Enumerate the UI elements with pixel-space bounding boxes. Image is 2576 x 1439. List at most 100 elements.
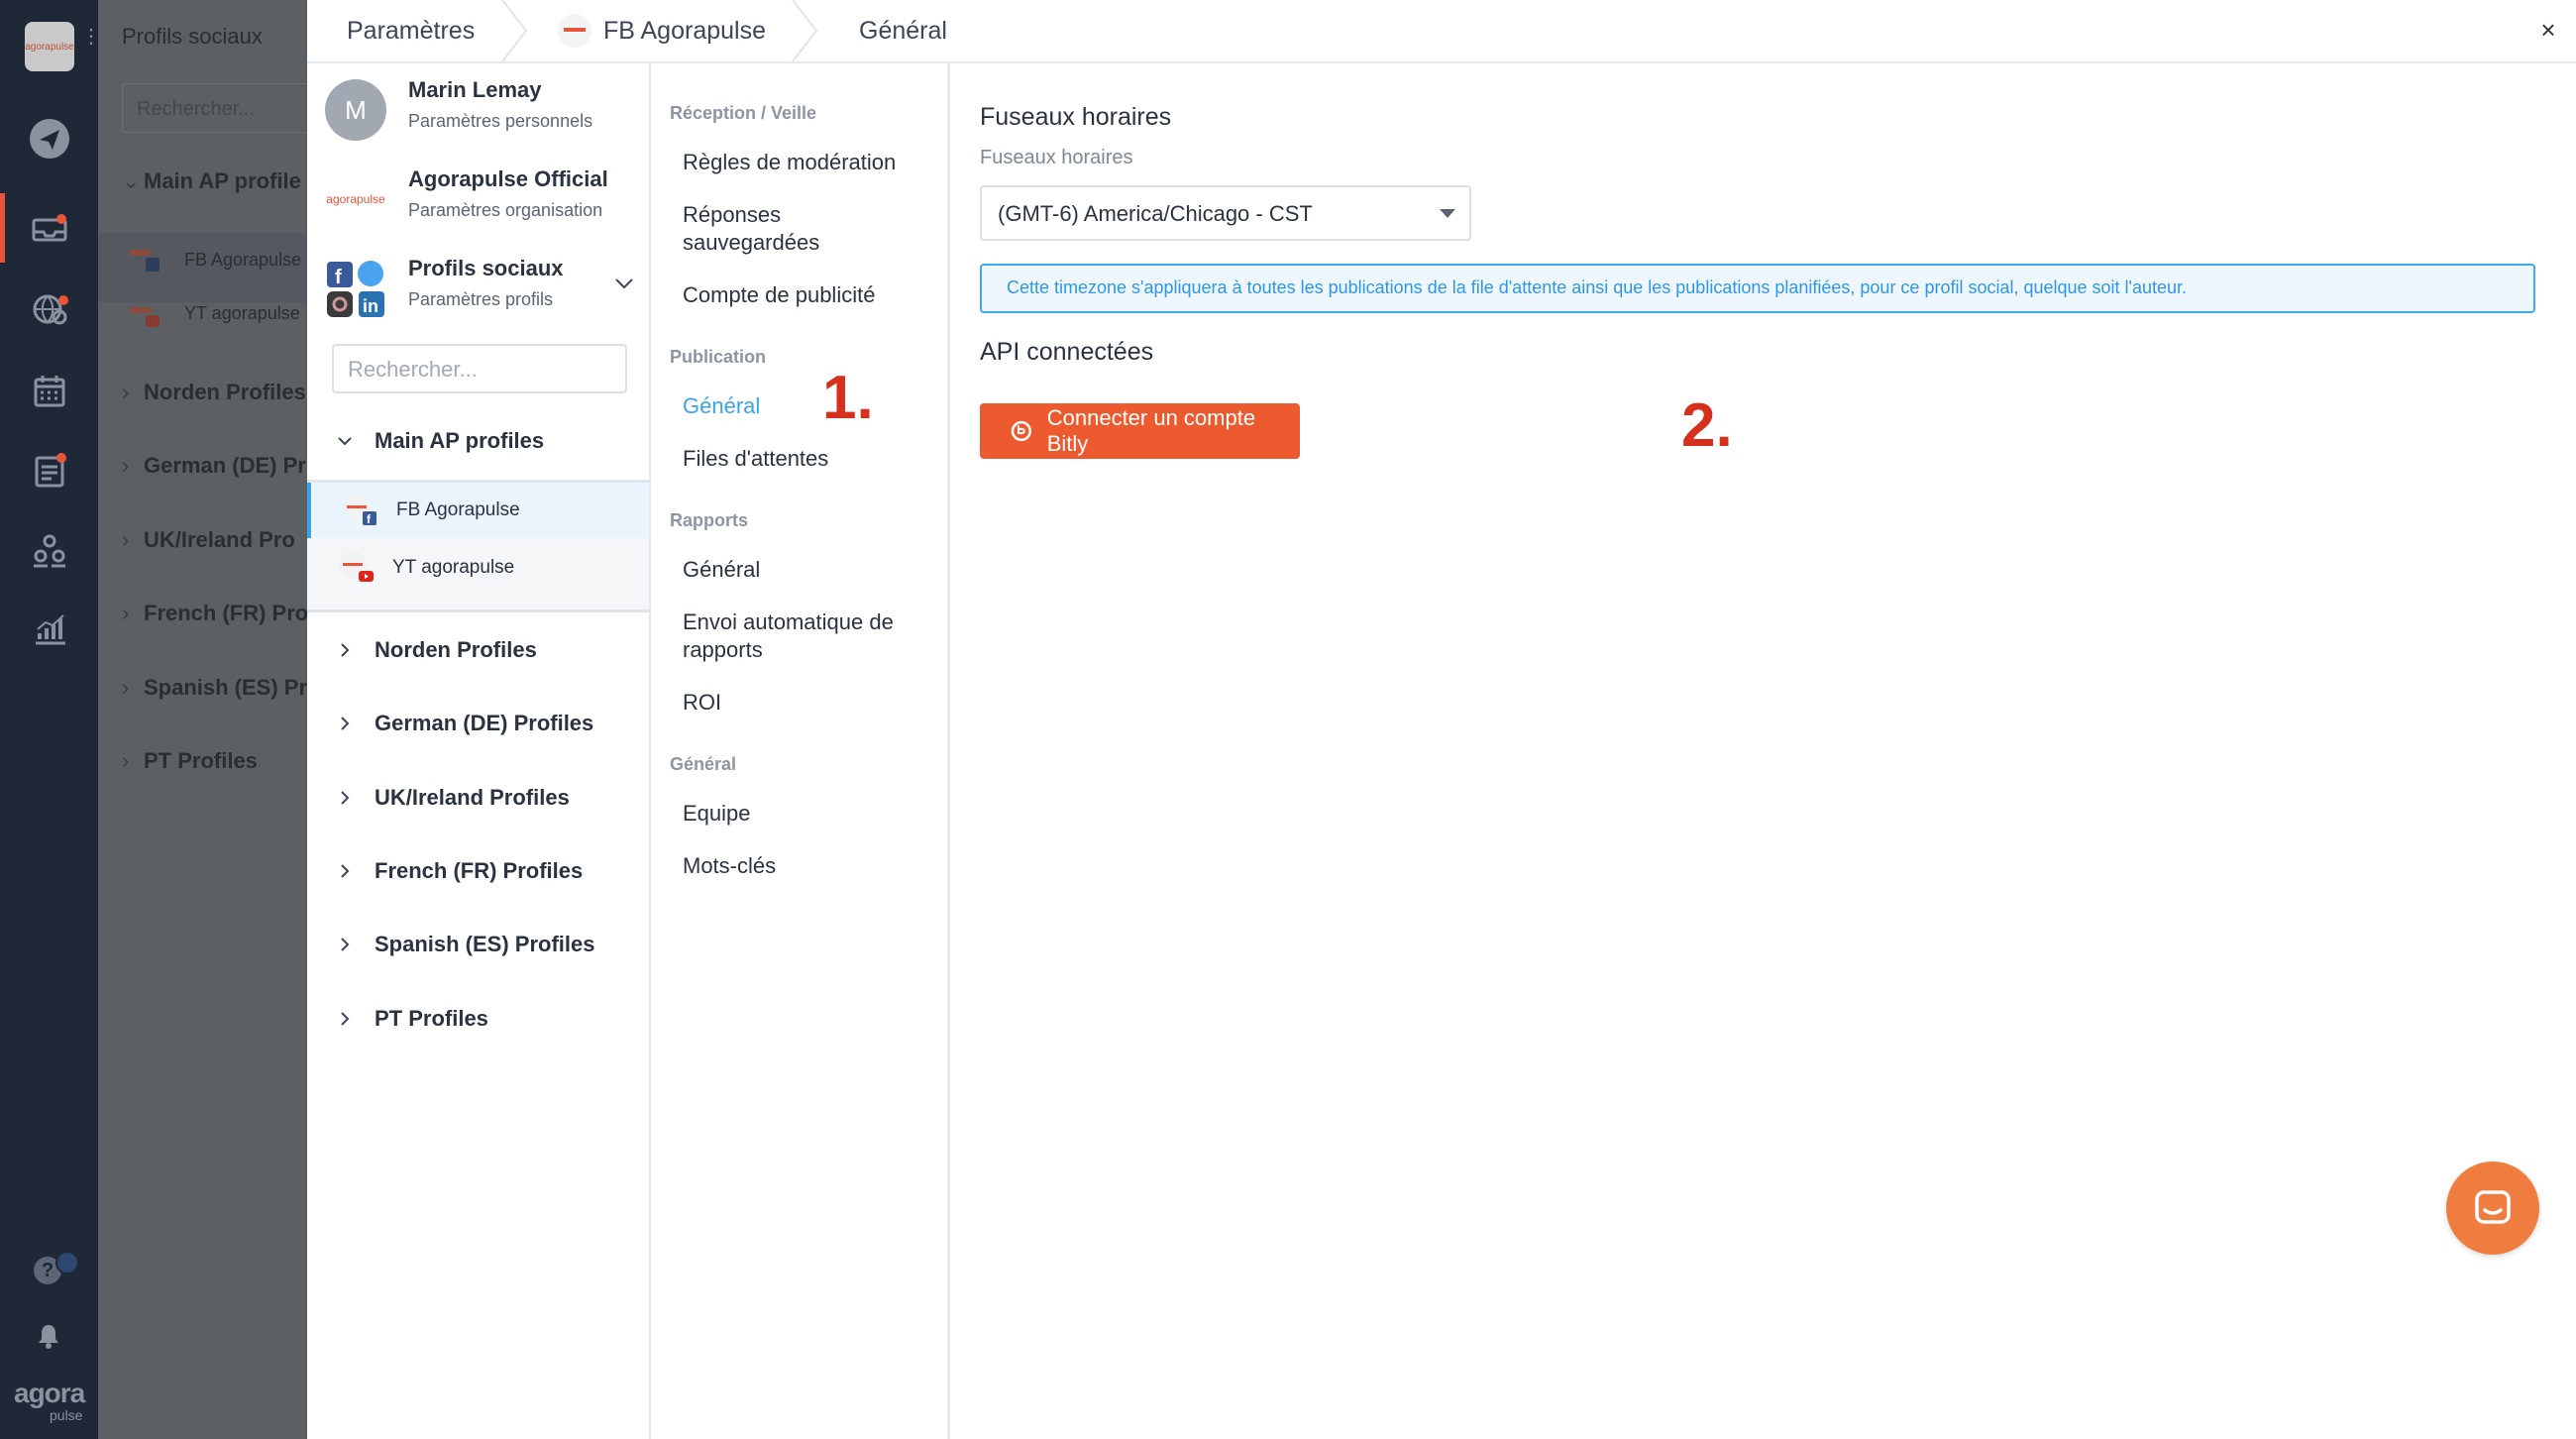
account-name: Marin Lemay (408, 77, 542, 102)
send-icon[interactable] (25, 114, 74, 164)
facebook-profile-icon: f (341, 494, 380, 527)
personal-settings-item[interactable]: M Marin Lemay Paramètres personnels (325, 73, 642, 153)
profile-search-input[interactable]: Rechercher... (332, 344, 627, 393)
logo-text: agorapulse (25, 41, 74, 53)
close-icon[interactable]: × (2534, 16, 2562, 44)
tree-group-label: PT Profiles (375, 1006, 488, 1031)
nav-item-auto-reports[interactable]: Envoi automatique de rapports (683, 609, 920, 664)
account-desc: Paramètres profils (408, 289, 554, 309)
nav-section-title: Publication (670, 347, 767, 367)
organisation-settings-item[interactable]: agorapulse Agorapulse Official Paramètre… (325, 163, 642, 242)
social-networks-icon: f in (325, 258, 386, 319)
bg-group: › PT Profiles (122, 748, 258, 773)
timezone-value: (GMT-6) America/Chicago - CST (998, 201, 1313, 226)
nav-item-publishing-general[interactable]: Général (683, 392, 760, 420)
svg-text:in: in (363, 296, 378, 316)
chevron-right-icon (329, 789, 361, 807)
agorapulse-logo[interactable]: agorapulse (25, 22, 74, 71)
tree-group[interactable]: French (FR) Profiles (329, 858, 583, 884)
youtube-profile-icon (337, 551, 376, 585)
analytics-icon[interactable] (25, 605, 74, 654)
bg-profile-item: YT agorapulse (184, 303, 300, 323)
nav-section-title: Général (670, 754, 737, 774)
timezone-heading: Fuseaux horaires (980, 103, 1172, 131)
agorapulse-org-logo: agorapulse (325, 168, 386, 230)
chevron-right-icon (329, 715, 361, 732)
background-profiles-panel: Profils sociaux Rechercher... ⌄ Main AP p… (98, 0, 320, 1439)
tree-group[interactable]: PT Profiles (329, 1006, 488, 1032)
bg-group: ⌄ Main AP profile (122, 168, 301, 193)
connect-bitly-button[interactable]: Connecter un compte Bitly (980, 403, 1300, 459)
nav-item-queues[interactable]: Files d'attentes (683, 445, 828, 473)
nav-item-keywords[interactable]: Mots-clés (683, 852, 776, 880)
tree-group[interactable]: UK/Ireland Profiles (329, 785, 570, 811)
inbox-icon[interactable] (25, 203, 74, 253)
bg-profile-item: FB Agorapulse (184, 250, 302, 270)
calendar-icon[interactable] (25, 367, 74, 416)
tree-group[interactable]: German (DE) Profiles (329, 711, 593, 736)
profiles-list: f FB Agorapulse YT agorapulse (307, 480, 649, 612)
bg-yt-profile-icon (130, 303, 161, 329)
profile-label: FB Agorapulse (396, 499, 520, 520)
reports-icon[interactable] (25, 446, 74, 496)
settings-nav: Réception / Veille Règles de modération … (651, 63, 950, 1439)
annotation-step-1: 1. (822, 364, 874, 432)
bg-group: › UK/Ireland Pro (122, 527, 295, 552)
bg-panel-title: Profils sociaux (122, 24, 263, 49)
nav-section-title: Rapports (670, 510, 749, 530)
chat-launcher-button[interactable] (2446, 1162, 2539, 1255)
nav-item-moderation-rules[interactable]: Règles de modération (683, 149, 896, 176)
chevron-down-icon[interactable] (612, 272, 636, 295)
bell-icon[interactable] (36, 1322, 61, 1350)
brand-text: agora (14, 1378, 85, 1408)
team-icon[interactable] (25, 525, 74, 575)
bg-group: › French (FR) Pro (122, 601, 309, 625)
chevron-down-icon (329, 432, 361, 450)
tree-group-label: UK/Ireland Profiles (375, 785, 570, 810)
tree-group[interactable]: Norden Profiles (329, 637, 537, 663)
account-name: Agorapulse Official (408, 166, 608, 191)
app-rail: agorapulse ⋮ ? agora pulse (0, 0, 101, 1439)
breadcrumb-profile[interactable]: FB Agorapulse (558, 0, 766, 61)
account-name: Profils sociaux (408, 256, 564, 280)
chevron-right-icon (329, 1010, 361, 1028)
chevron-right-icon (329, 641, 361, 659)
tree-group[interactable]: Spanish (ES) Profiles (329, 932, 595, 957)
annotation-step-2: 2. (1681, 391, 1733, 460)
profile-logo-icon (558, 14, 591, 48)
nav-item-saved-replies[interactable]: Réponses sauvegardées (683, 201, 901, 257)
breadcrumb-separator (500, 0, 530, 62)
listening-icon[interactable] (25, 284, 74, 334)
connect-bitly-label: Connecter un compte Bitly (1046, 405, 1256, 456)
chevron-right-icon (329, 862, 361, 880)
tree-group-label: Spanish (ES) Profiles (375, 932, 595, 956)
chevron-right-icon (329, 936, 361, 953)
breadcrumb-settings[interactable]: Paramètres (347, 0, 475, 61)
nav-item-reports-general[interactable]: Général (683, 556, 760, 584)
profile-item-yt[interactable]: YT agorapulse (307, 540, 649, 596)
notification-badge (55, 1251, 79, 1274)
svg-text:f: f (335, 267, 342, 288)
nav-item-team[interactable]: Equipe (683, 800, 751, 828)
profile-item-fb[interactable]: f FB Agorapulse (307, 483, 649, 538)
profiles-settings-item[interactable]: f in Profils sociaux Paramètres profils (325, 252, 642, 331)
nav-section-title: Réception / Veille (670, 103, 817, 123)
brand-subtext: pulse (50, 1407, 83, 1423)
tree-group-label: Main AP profiles (375, 428, 545, 453)
tree-group-main[interactable]: Main AP profiles (329, 428, 544, 454)
bitly-icon (1011, 420, 1032, 442)
caret-down-icon (1440, 209, 1455, 218)
nav-item-roi[interactable]: ROI (683, 689, 721, 717)
modal-header: Paramètres FB Agorapulse Général × (307, 0, 2576, 63)
nav-item-ad-account[interactable]: Compte de publicité (683, 281, 875, 309)
bg-group: › Spanish (ES) Pr (122, 675, 308, 700)
timezone-info-banner: Cette timezone s'appliquera à toutes les… (980, 264, 2535, 313)
profile-label: YT agorapulse (392, 557, 515, 578)
tree-group-label: German (DE) Profiles (375, 711, 594, 735)
active-indicator (0, 193, 5, 263)
timezone-select[interactable]: (GMT-6) America/Chicago - CST (980, 185, 1471, 241)
avatar: M (325, 79, 386, 141)
bg-group: › Norden Profiles (122, 380, 306, 404)
settings-content: Fuseaux horaires Fuseaux horaires (GMT-6… (950, 63, 2576, 1439)
settings-modal: Paramètres FB Agorapulse Général × M Mar… (307, 0, 2576, 1439)
